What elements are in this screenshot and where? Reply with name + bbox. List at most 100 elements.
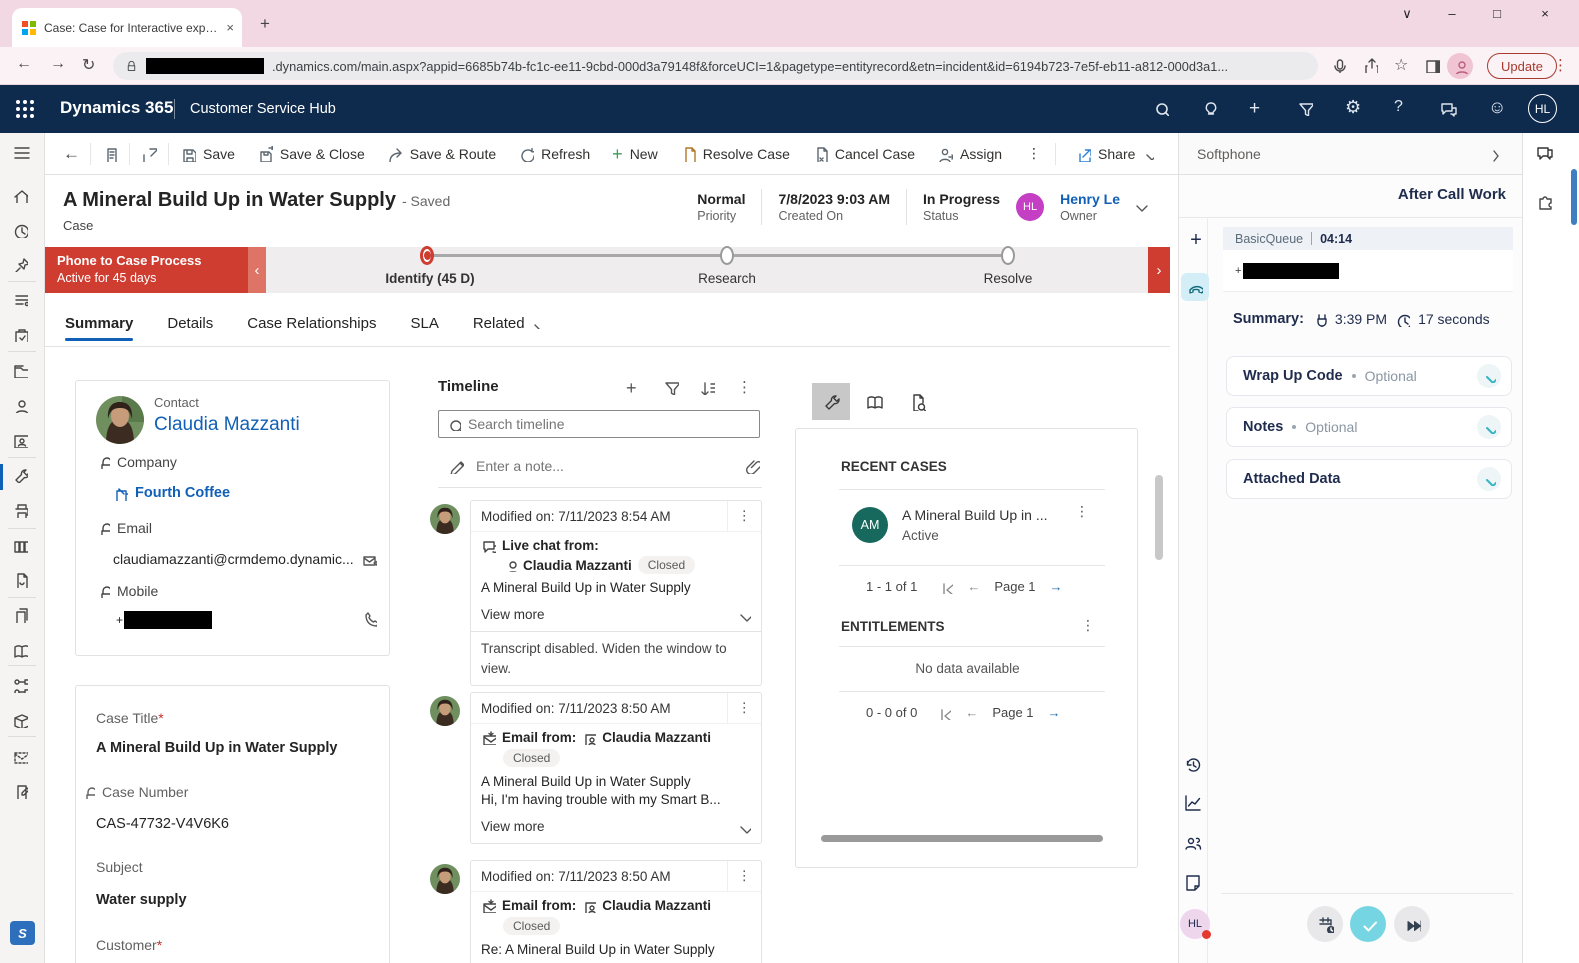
notes-card-icon[interactable] [1183, 873, 1203, 893]
user-avatar[interactable]: HL [1528, 94, 1557, 123]
sidebar-toggle-icon[interactable] [1424, 57, 1440, 78]
share-icon[interactable] [1362, 57, 1378, 78]
sidebar-item-connections[interactable] [12, 677, 32, 697]
tab-related[interactable]: Related [473, 300, 542, 346]
tab-close-icon[interactable]: × [226, 20, 234, 35]
case-number-value[interactable]: CAS-47732-V4V6K6 [96, 816, 229, 832]
search-icon[interactable] [1153, 100, 1169, 121]
skip-acw-button[interactable] [1394, 906, 1430, 942]
save-button[interactable]: Save [169, 133, 246, 174]
subject-value[interactable]: Water supply [96, 892, 187, 908]
save-and-route-button[interactable]: Save & Route [376, 133, 507, 174]
tab-sla[interactable]: SLA [410, 300, 438, 346]
sidebar-item-articles[interactable] [12, 607, 32, 627]
bpf-prev-chevron[interactable]: ‹ [248, 247, 266, 293]
cancel-case-button[interactable]: Cancel Case [801, 133, 926, 174]
sidebar-item-products[interactable] [12, 712, 32, 732]
tool-search-records-tab[interactable] [898, 383, 936, 420]
chat-feedback-icon[interactable] [1439, 100, 1457, 123]
tab-case-relationships[interactable]: Case Relationships [247, 300, 376, 346]
wrap-up-code-accordion[interactable]: Wrap Up Code Optional [1226, 356, 1512, 396]
sidebar-item-queue-items[interactable] [12, 502, 32, 522]
browser-forward-button[interactable]: → [50, 55, 66, 73]
new-tab-button[interactable]: + [260, 14, 270, 34]
sidebar-item-knowledge[interactable] [12, 642, 32, 662]
timeline-entry-email[interactable]: Modified on: 7/11/2023 8:50 AM ⋮ Email f… [430, 692, 762, 844]
quick-create-plus-icon[interactable]: + [1249, 98, 1260, 120]
sidebar-item-contacts[interactable] [12, 397, 32, 417]
teams-chat-icon[interactable] [1535, 144, 1555, 169]
microphone-icon[interactable] [1330, 57, 1346, 78]
panel-scrollbar[interactable] [1571, 169, 1577, 225]
sidebar-item-activities[interactable] [12, 326, 32, 346]
next-page-icon[interactable]: → [1048, 705, 1061, 720]
resolve-case-button[interactable]: Resolve Case [669, 133, 801, 174]
prev-page-icon[interactable]: ← [965, 705, 978, 720]
entry-contact[interactable]: Claudia Mazzanti [523, 558, 632, 573]
expand-pane-chevron-icon[interactable] [1486, 146, 1502, 162]
entry-contact[interactable]: Claudia Mazzanti [602, 730, 711, 745]
waffle-icon[interactable] [16, 100, 34, 118]
bpf-stage-dot-identify[interactable] [420, 246, 434, 265]
sidebar-item-home[interactable] [12, 187, 32, 207]
refresh-button[interactable]: Refresh [507, 133, 601, 174]
save-and-close-button[interactable]: Save & Close [246, 133, 376, 174]
recent-case-more-icon[interactable]: ⋮ [1075, 503, 1089, 520]
entry-title[interactable]: A Mineral Build Up in Water Supply [481, 580, 751, 595]
sidebar-item-queues[interactable] [12, 291, 32, 311]
browser-update-button[interactable]: Update [1487, 53, 1557, 79]
timeline-add-icon[interactable]: + [626, 378, 637, 399]
app-profile-puzzle-icon[interactable] [1536, 191, 1555, 215]
tab-summary[interactable]: Summary [65, 300, 133, 346]
header-collapse-chevron-icon[interactable] [1132, 199, 1148, 215]
timeline-search[interactable] [438, 410, 760, 438]
entry-contact[interactable]: Claudia Mazzanti [602, 898, 711, 913]
sidebar-item-accounts[interactable] [12, 362, 32, 382]
sitemap-hamburger-icon[interactable] [12, 143, 32, 163]
form-selector-icon[interactable] [91, 133, 129, 174]
chevron-down-icon[interactable] [1477, 364, 1501, 388]
send-email-icon[interactable] [361, 551, 377, 567]
window-close-button[interactable]: × [1528, 6, 1562, 21]
vertical-scrollbar[interactable] [1155, 475, 1163, 560]
tool-knowledge-tab[interactable] [855, 383, 893, 420]
history-icon[interactable] [1183, 755, 1203, 775]
entry-title[interactable]: A Mineral Build Up in Water Supply [481, 774, 751, 789]
horizontal-scrollbar[interactable] [821, 835, 1103, 842]
new-session-plus-icon[interactable]: + [1186, 229, 1206, 249]
note-composer[interactable] [448, 458, 760, 474]
browser-menu-icon[interactable]: ⋮ [1553, 56, 1568, 74]
sidebar-item-social-profiles[interactable] [12, 432, 32, 452]
new-button[interactable]: + New [601, 133, 669, 174]
sidebar-item-sla[interactable] [12, 572, 32, 592]
bpf-next-chevron[interactable]: › [1148, 247, 1170, 293]
browser-tab[interactable]: Case: Case for Interactive experie × [12, 8, 242, 47]
window-maximize-button[interactable]: □ [1480, 6, 1514, 21]
sidebar-item-drafts[interactable] [12, 783, 32, 803]
chevron-down-icon[interactable] [1477, 415, 1501, 439]
recent-case-title[interactable]: A Mineral Build Up in ... [902, 507, 1048, 523]
sidebar-item-email-templates[interactable] [12, 748, 32, 768]
app-name[interactable]: Customer Service Hub [190, 101, 336, 117]
case-title-value[interactable]: A Mineral Build Up in Water Supply [96, 740, 337, 756]
customers-icon[interactable] [1183, 833, 1203, 853]
bpf-stage-label[interactable]: Identify (45 D) [385, 271, 474, 286]
brand-title[interactable]: Dynamics 365 [60, 98, 173, 118]
email-value[interactable]: claudiamazzanti@crmdemo.dynamic... [113, 551, 354, 567]
sitemap-area-switcher[interactable]: S [10, 921, 35, 945]
form-back-button[interactable]: ← [45, 133, 90, 174]
next-page-icon[interactable]: → [1050, 579, 1063, 594]
help-icon[interactable]: ? [1394, 98, 1403, 116]
sidebar-item-pinned[interactable] [12, 256, 32, 276]
assign-button[interactable]: Assign [926, 133, 1013, 174]
window-menu-chevron[interactable]: ∨ [1390, 6, 1424, 22]
timeline-more-icon[interactable]: ⋮ [737, 378, 752, 396]
timeline-sort-icon[interactable] [699, 379, 715, 395]
popout-icon[interactable] [130, 133, 168, 174]
browser-refresh-button[interactable]: ↻ [82, 55, 95, 75]
first-page-icon[interactable] [937, 706, 951, 720]
entitlements-more-icon[interactable]: ⋮ [1081, 617, 1095, 634]
bpf-stage-label[interactable]: Resolve [984, 271, 1033, 286]
filter-icon[interactable] [1297, 100, 1313, 121]
entry-more-icon[interactable]: ⋮ [727, 861, 762, 891]
